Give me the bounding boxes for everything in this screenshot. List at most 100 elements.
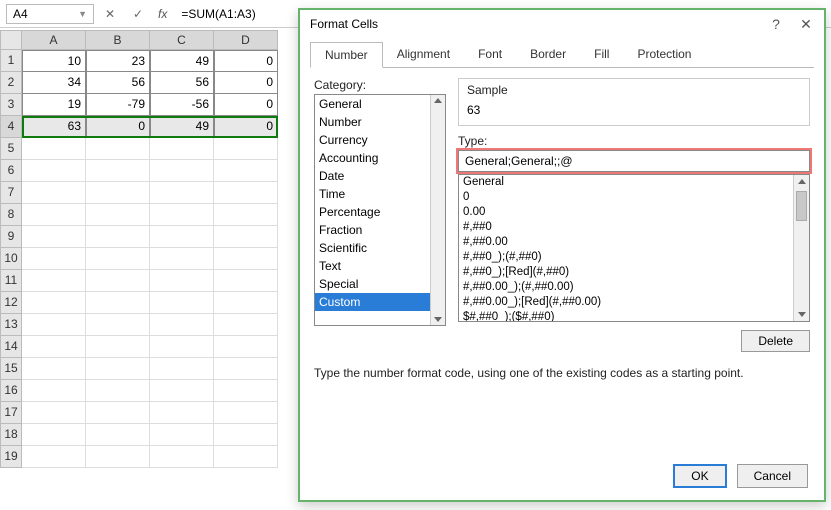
cell[interactable] xyxy=(22,248,86,270)
dialog-titlebar[interactable]: Format Cells ? ✕ xyxy=(300,10,824,38)
chevron-down-icon[interactable]: ▼ xyxy=(78,9,87,19)
cell[interactable] xyxy=(150,314,214,336)
row-header[interactable]: 6 xyxy=(0,160,22,182)
category-item[interactable]: Percentage xyxy=(315,203,445,221)
cell[interactable] xyxy=(86,358,150,380)
cell[interactable]: 23 xyxy=(86,50,150,72)
tab-font[interactable]: Font xyxy=(464,42,516,67)
cell[interactable] xyxy=(86,138,150,160)
row-header[interactable]: 11 xyxy=(0,270,22,292)
tab-number[interactable]: Number xyxy=(310,42,383,68)
cell[interactable] xyxy=(150,380,214,402)
cell[interactable] xyxy=(214,182,278,204)
cell[interactable] xyxy=(214,336,278,358)
type-input[interactable] xyxy=(458,150,810,172)
format-item[interactable]: #,##0.00_);(#,##0.00) xyxy=(459,280,792,295)
cell[interactable]: 56 xyxy=(86,72,150,94)
cell[interactable] xyxy=(22,204,86,226)
format-list[interactable]: General00.00#,##0#,##0.00#,##0_);(#,##0)… xyxy=(458,174,810,322)
format-item[interactable]: $#,##0_);($#,##0) xyxy=(459,310,792,322)
row-header[interactable]: 1 xyxy=(0,50,22,72)
help-icon[interactable]: ? xyxy=(768,16,784,32)
category-item[interactable]: Text xyxy=(315,257,445,275)
cell[interactable] xyxy=(150,446,214,468)
cell[interactable] xyxy=(22,270,86,292)
cell[interactable] xyxy=(214,446,278,468)
row-header[interactable]: 18 xyxy=(0,424,22,446)
category-item[interactable]: Accounting xyxy=(315,149,445,167)
scrollbar[interactable] xyxy=(793,175,809,321)
cell[interactable] xyxy=(86,336,150,358)
cell[interactable] xyxy=(214,402,278,424)
select-all-corner[interactable] xyxy=(0,30,22,50)
cell[interactable] xyxy=(22,160,86,182)
cell[interactable]: 49 xyxy=(150,116,214,138)
category-item[interactable]: General xyxy=(315,95,445,113)
tab-border[interactable]: Border xyxy=(516,42,580,67)
format-item[interactable]: #,##0.00_);[Red](#,##0.00) xyxy=(459,295,792,310)
row-header[interactable]: 2 xyxy=(0,72,22,94)
cell[interactable] xyxy=(214,160,278,182)
category-item[interactable]: Date xyxy=(315,167,445,185)
cell[interactable] xyxy=(214,270,278,292)
cell[interactable] xyxy=(214,204,278,226)
row-header[interactable]: 9 xyxy=(0,226,22,248)
row-header[interactable]: 7 xyxy=(0,182,22,204)
fx-icon[interactable]: fx xyxy=(154,7,171,21)
cell[interactable] xyxy=(22,336,86,358)
name-box[interactable]: A4 ▼ xyxy=(6,4,94,24)
cell[interactable] xyxy=(86,292,150,314)
cell[interactable]: 63 xyxy=(22,116,86,138)
cell[interactable] xyxy=(150,226,214,248)
cell[interactable] xyxy=(150,182,214,204)
cell[interactable] xyxy=(22,358,86,380)
delete-button[interactable]: Delete xyxy=(741,330,810,352)
format-item[interactable]: General xyxy=(459,175,792,190)
cell[interactable] xyxy=(214,292,278,314)
column-header[interactable]: C xyxy=(150,30,214,50)
cell[interactable]: 0 xyxy=(214,72,278,94)
row-header[interactable]: 16 xyxy=(0,380,22,402)
cell[interactable] xyxy=(150,248,214,270)
row-header[interactable]: 5 xyxy=(0,138,22,160)
cell[interactable] xyxy=(150,138,214,160)
cell[interactable] xyxy=(86,424,150,446)
cell[interactable] xyxy=(86,182,150,204)
format-item[interactable]: #,##0_);(#,##0) xyxy=(459,250,792,265)
cell[interactable] xyxy=(22,226,86,248)
category-list[interactable]: GeneralNumberCurrencyAccountingDateTimeP… xyxy=(314,94,446,326)
cell[interactable] xyxy=(214,424,278,446)
cell[interactable]: 34 xyxy=(22,72,86,94)
spreadsheet-grid[interactable]: ABCD 1102349023456560319-79-560463049056… xyxy=(0,30,300,468)
cell[interactable]: 49 xyxy=(150,50,214,72)
cell[interactable] xyxy=(150,292,214,314)
cell[interactable]: 0 xyxy=(214,94,278,116)
cancel-button[interactable]: Cancel xyxy=(737,464,808,488)
cell[interactable] xyxy=(150,402,214,424)
row-header[interactable]: 10 xyxy=(0,248,22,270)
cell[interactable]: 0 xyxy=(214,50,278,72)
cell[interactable]: -56 xyxy=(150,94,214,116)
cell[interactable] xyxy=(22,424,86,446)
format-item[interactable]: #,##0 xyxy=(459,220,792,235)
accept-formula-icon[interactable]: ✓ xyxy=(126,4,150,24)
category-item[interactable]: Scientific xyxy=(315,239,445,257)
format-item[interactable]: 0 xyxy=(459,190,792,205)
row-header[interactable]: 13 xyxy=(0,314,22,336)
scrollbar-thumb[interactable] xyxy=(796,191,807,221)
cell[interactable] xyxy=(86,402,150,424)
cell[interactable] xyxy=(150,160,214,182)
row-header[interactable]: 4 xyxy=(0,116,22,138)
row-header[interactable]: 14 xyxy=(0,336,22,358)
format-item[interactable]: 0.00 xyxy=(459,205,792,220)
cell[interactable] xyxy=(22,138,86,160)
row-header[interactable]: 17 xyxy=(0,402,22,424)
cell[interactable]: 0 xyxy=(214,116,278,138)
cell[interactable] xyxy=(150,336,214,358)
cancel-formula-icon[interactable]: ✕ xyxy=(98,4,122,24)
format-item[interactable]: #,##0.00 xyxy=(459,235,792,250)
close-icon[interactable]: ✕ xyxy=(798,16,814,32)
cell[interactable] xyxy=(214,138,278,160)
cell[interactable] xyxy=(86,160,150,182)
cell[interactable]: -79 xyxy=(86,94,150,116)
